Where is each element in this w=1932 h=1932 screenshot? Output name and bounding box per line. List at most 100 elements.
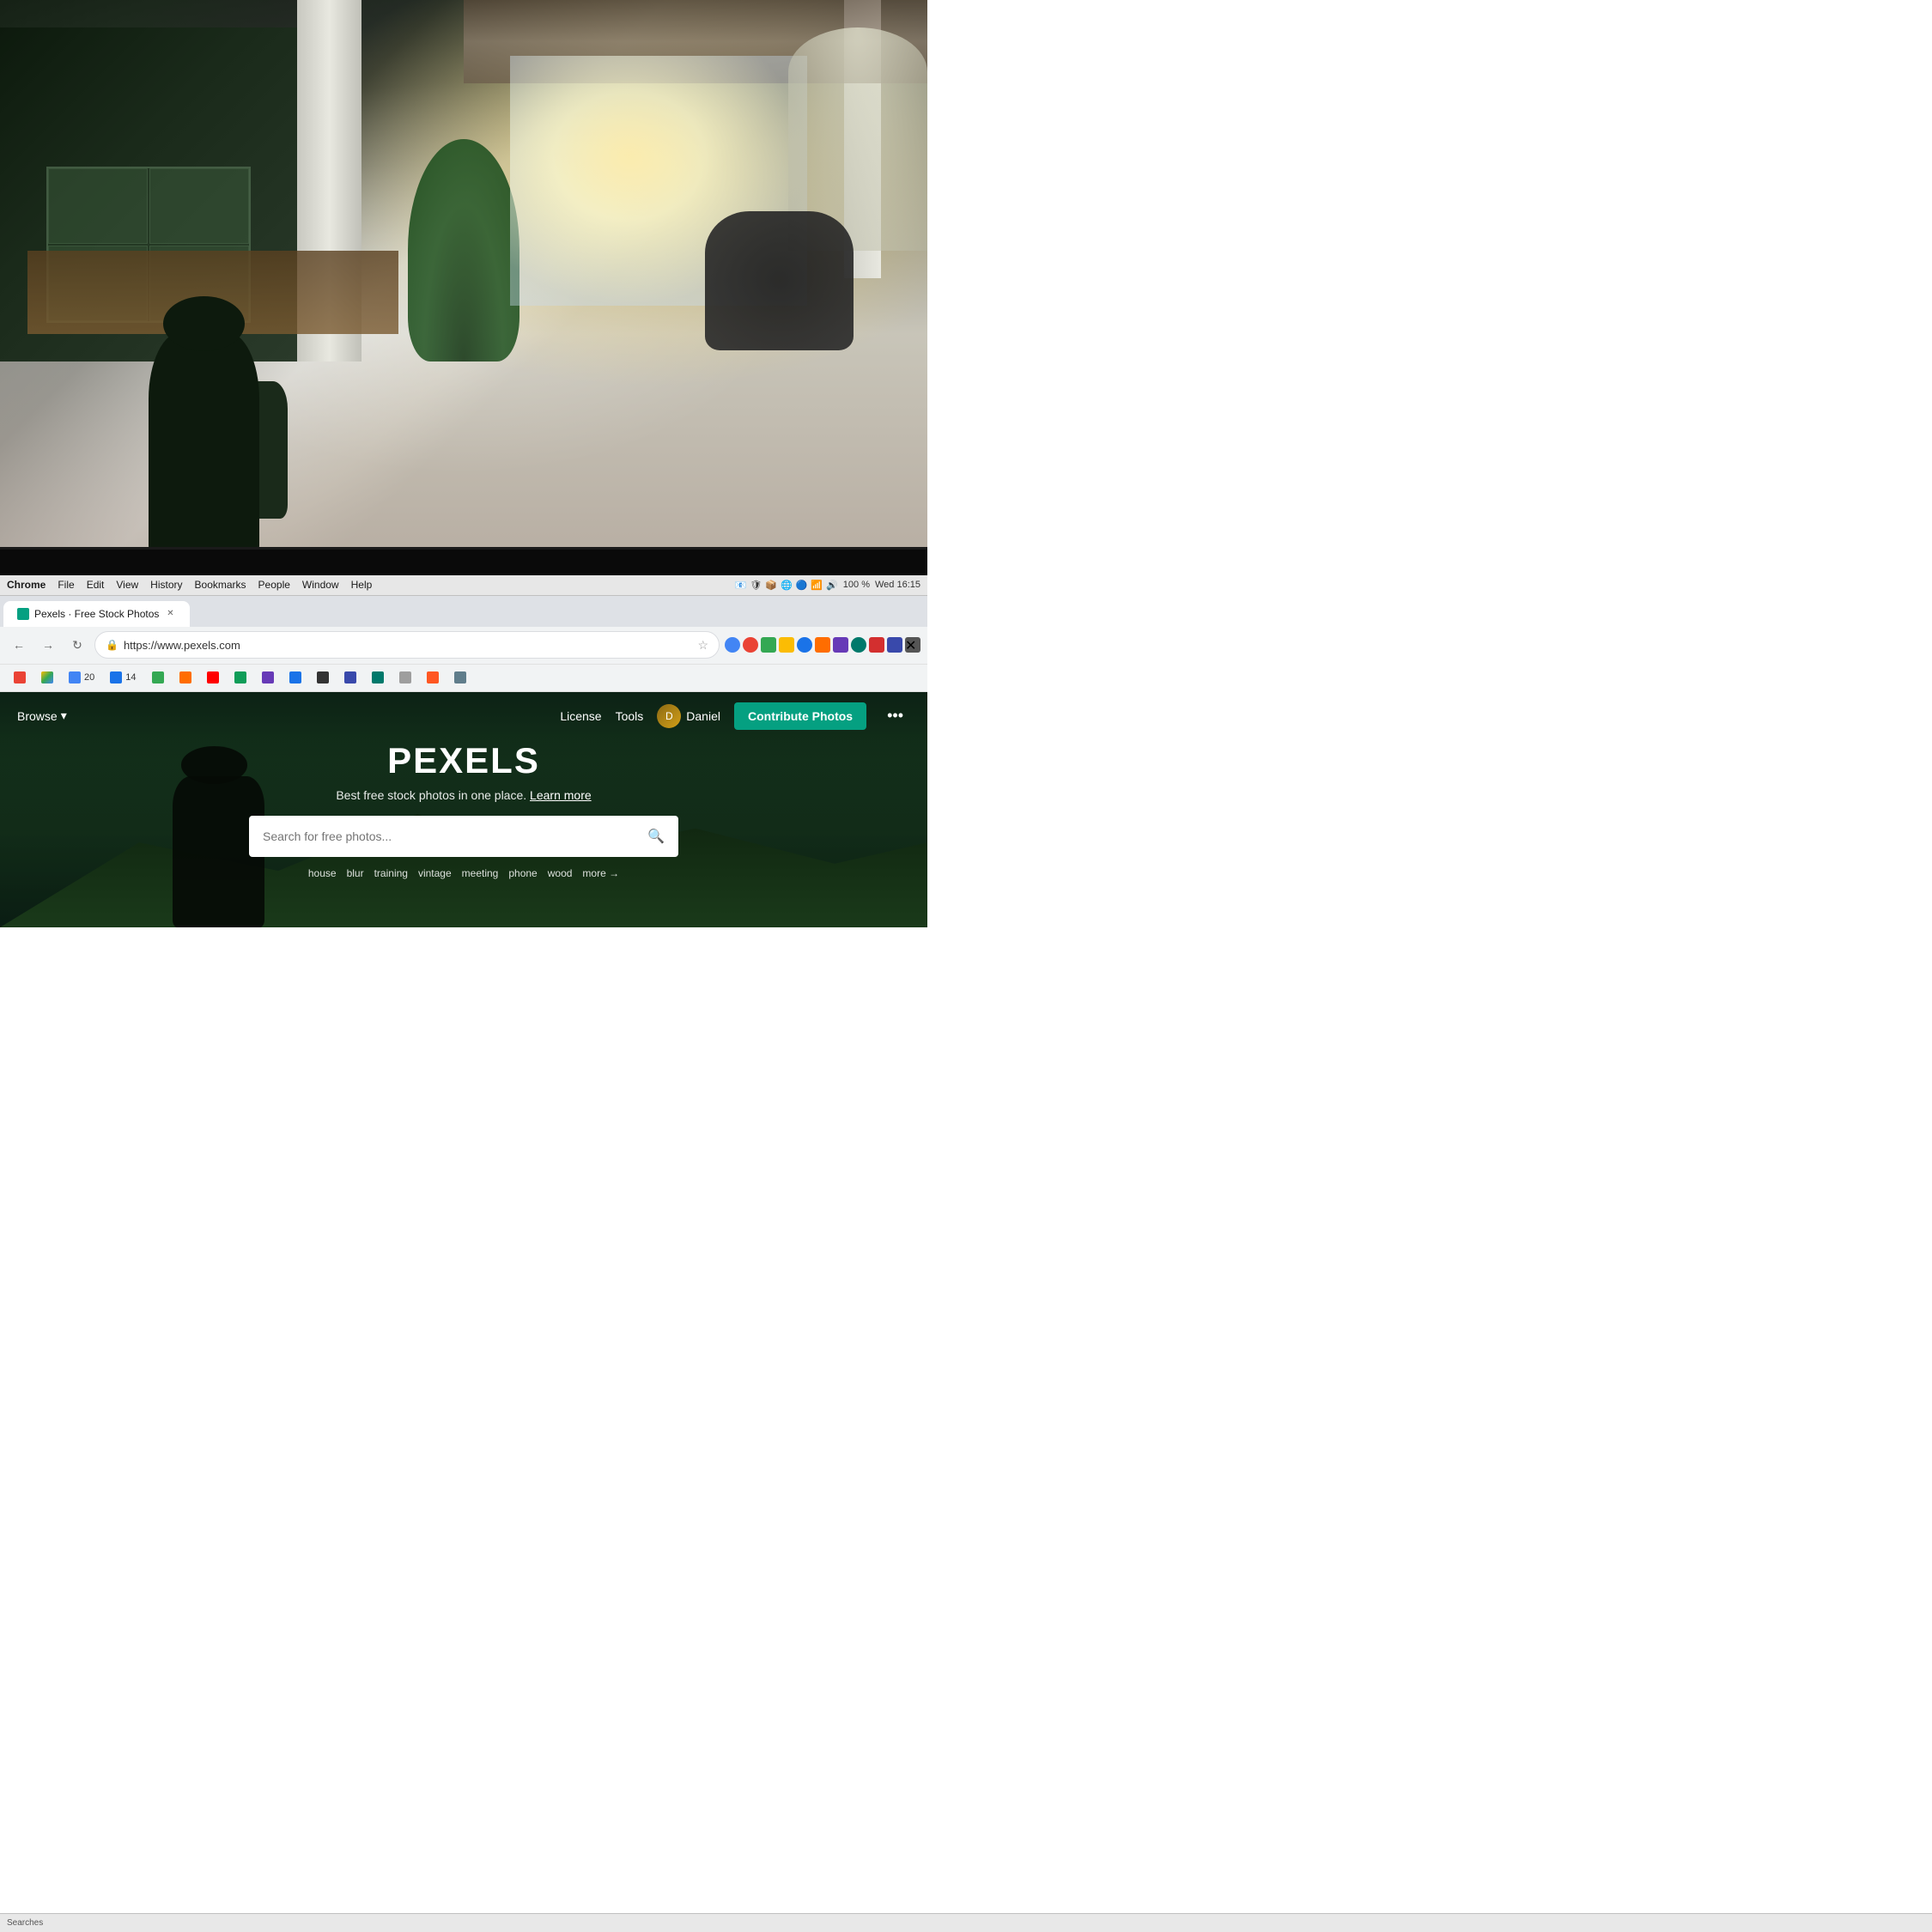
bookmark-cal[interactable]: 20	[62, 669, 101, 686]
tools-link[interactable]: Tools	[616, 709, 644, 723]
browse-chevron-icon: ▾	[61, 708, 67, 723]
app-name-menu[interactable]: Chrome	[7, 579, 46, 591]
bookmark-gmail[interactable]	[7, 669, 33, 686]
active-tab[interactable]: Pexels · Free Stock Photos ✕	[3, 601, 190, 627]
bookmark-todo[interactable]: 14	[103, 669, 143, 686]
yt-icon	[207, 671, 219, 683]
tab-bar: Pexels · Free Stock Photos ✕	[0, 596, 927, 627]
search-tag-meeting[interactable]: meeting	[462, 867, 499, 879]
url-bar[interactable]: 🔒 https://www.pexels.com ☆	[94, 631, 720, 659]
ext-icon-7[interactable]	[833, 637, 848, 653]
bookmark-6[interactable]	[337, 669, 363, 686]
file-menu[interactable]: File	[58, 579, 74, 591]
browse-label: Browse	[17, 709, 58, 723]
tab-close-button[interactable]: ✕	[164, 608, 176, 620]
bm1-icon	[152, 671, 164, 683]
system-icons: 📧 🛡 📦 🌐 🔵 📶 🔊	[735, 580, 838, 591]
ext-icon-8[interactable]	[851, 637, 866, 653]
drive-icon	[41, 671, 53, 683]
todo-icon	[110, 671, 122, 683]
status-text: Searches	[7, 1918, 43, 1928]
back-button[interactable]: ←	[7, 633, 31, 657]
bookmark-4[interactable]	[283, 669, 308, 686]
ext-icon-5[interactable]	[797, 637, 812, 653]
chair	[705, 211, 854, 350]
bookmark-9[interactable]	[420, 669, 446, 686]
search-icon: 🔍	[647, 828, 665, 845]
bm7-icon	[372, 671, 384, 683]
datetime-label: Wed 16:15	[875, 580, 920, 590]
window-menu[interactable]: Window	[302, 579, 339, 591]
bm9-icon	[427, 671, 439, 683]
search-tags-more[interactable]: more →	[582, 867, 619, 879]
user-menu[interactable]: D Daniel	[657, 704, 720, 728]
search-bar[interactable]: 🔍	[249, 816, 678, 857]
search-tag-house[interactable]: house	[308, 867, 337, 879]
cal-icon	[69, 671, 81, 683]
bm8-icon	[399, 671, 411, 683]
bookmark-drive[interactable]	[34, 669, 60, 686]
people-menu[interactable]: People	[258, 579, 290, 591]
tab-title: Pexels · Free Stock Photos	[34, 608, 159, 620]
bm4-icon	[289, 671, 301, 683]
ext-icon-6[interactable]	[815, 637, 830, 653]
background-photo	[0, 0, 927, 556]
tab-favicon	[17, 608, 29, 620]
sheets-icon	[234, 671, 246, 683]
ext-icon-9[interactable]	[869, 637, 884, 653]
bm10-icon	[454, 671, 466, 683]
bookmark-3[interactable]	[255, 669, 281, 686]
search-tag-vintage[interactable]: vintage	[418, 867, 452, 879]
hero-subtitle-text: Best free stock photos in one place.	[336, 788, 526, 802]
bookmarks-menu[interactable]: Bookmarks	[195, 579, 246, 591]
contribute-photos-button[interactable]: Contribute Photos	[734, 702, 866, 730]
todo-badge: 14	[125, 672, 136, 683]
help-menu[interactable]: Help	[351, 579, 373, 591]
learn-more-link[interactable]: Learn more	[530, 788, 592, 802]
bookmark-1[interactable]	[145, 669, 171, 686]
ext-icon-4[interactable]	[779, 637, 794, 653]
bm6-icon	[344, 671, 356, 683]
ext-icon-1[interactable]	[725, 637, 740, 653]
cal-badge: 20	[84, 672, 94, 683]
ext-icon-3[interactable]	[761, 637, 776, 653]
battery-label: 100 %	[843, 580, 870, 590]
bookmark-sheets[interactable]	[228, 669, 253, 686]
bookmark-8[interactable]	[392, 669, 418, 686]
bm3-icon	[262, 671, 274, 683]
browse-menu[interactable]: Browse ▾	[17, 708, 67, 723]
search-input[interactable]	[263, 829, 647, 843]
bookmarks-bar: 20 14	[0, 665, 927, 692]
search-tag-blur[interactable]: blur	[347, 867, 364, 879]
plant	[408, 139, 519, 361]
user-avatar: D	[657, 704, 681, 728]
search-tag-training[interactable]: training	[374, 867, 408, 879]
status-bar: Searches	[0, 1913, 1932, 1932]
bookmark-2[interactable]	[173, 669, 198, 686]
pexels-navbar: Browse ▾ License Tools D Daniel Contribu…	[0, 692, 927, 740]
view-menu[interactable]: View	[116, 579, 138, 591]
edit-menu[interactable]: Edit	[87, 579, 105, 591]
license-link[interactable]: License	[560, 709, 601, 723]
bookmark-star-icon[interactable]: ☆	[697, 638, 708, 653]
ext-icon-2[interactable]	[743, 637, 758, 653]
search-tag-phone[interactable]: phone	[508, 867, 537, 879]
search-tags: house blur training vintage meeting phon…	[93, 867, 835, 879]
hero-content: PEXELS Best free stock photos in one pla…	[93, 740, 835, 879]
ext-icon-10[interactable]	[887, 637, 902, 653]
browser-window: Chrome File Edit View History Bookmarks …	[0, 575, 927, 927]
secure-icon: 🔒	[106, 639, 118, 651]
bookmark-yt[interactable]	[200, 669, 226, 686]
pexels-logo: PEXELS	[93, 740, 835, 781]
search-tag-wood[interactable]: wood	[548, 867, 573, 879]
more-options-button[interactable]: •••	[880, 703, 910, 728]
os-menubar: Chrome File Edit View History Bookmarks …	[0, 575, 927, 596]
bookmark-5[interactable]	[310, 669, 336, 686]
extension-icons: ✕	[725, 637, 920, 653]
close-tab-icon[interactable]: ✕	[905, 637, 920, 653]
bookmark-10[interactable]	[447, 669, 473, 686]
bookmark-7[interactable]	[365, 669, 391, 686]
reload-button[interactable]: ↻	[65, 633, 89, 657]
history-menu[interactable]: History	[150, 579, 182, 591]
forward-button[interactable]: →	[36, 633, 60, 657]
